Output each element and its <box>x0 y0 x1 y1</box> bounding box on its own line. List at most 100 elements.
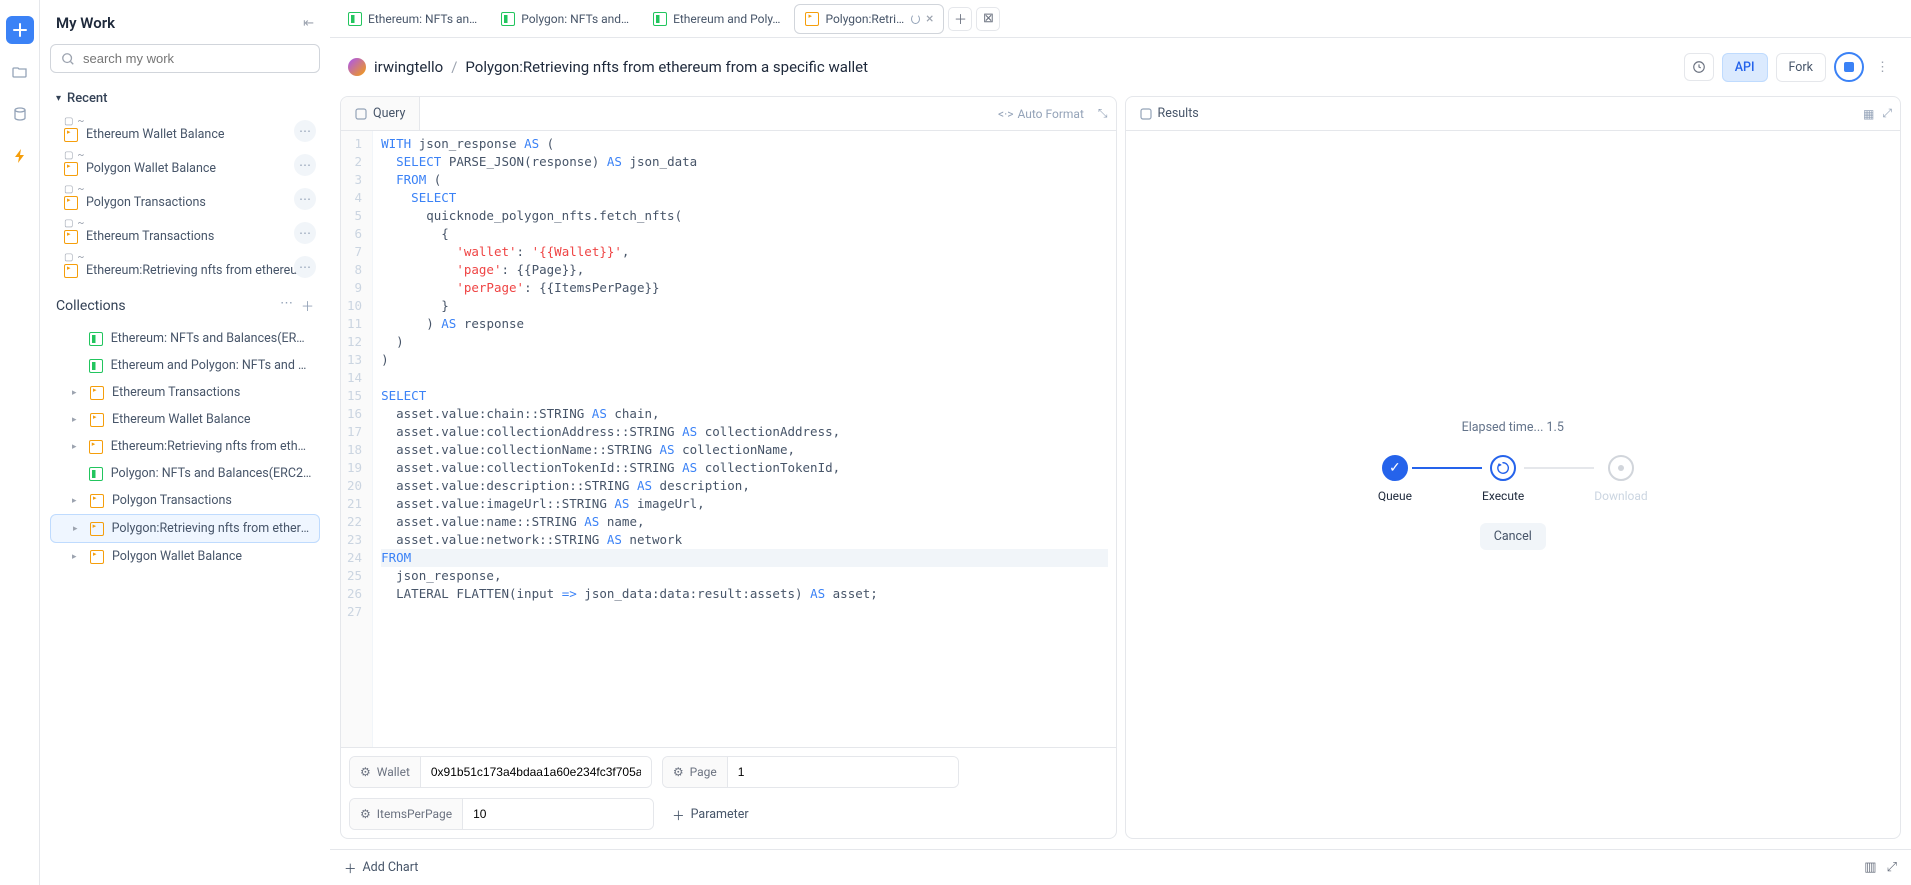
breadcrumb-user[interactable]: irwingtello <box>374 58 443 76</box>
gear-icon: ⚙ <box>673 765 684 779</box>
close-icon[interactable]: × <box>926 11 933 27</box>
recent-item-name: Polygon Transactions <box>86 195 206 210</box>
item-menu-icon[interactable]: ⋯ <box>294 120 316 142</box>
chevron-right-icon: ▸ <box>72 442 81 452</box>
close-all-tabs-button[interactable]: ⊠ <box>976 7 1000 31</box>
collection-item[interactable]: ▸ Ethereum:Retrieving nfts from ethereum… <box>50 433 320 460</box>
collection-item-name: Ethereum and Polygon: NFTs and Balanc… <box>111 358 312 373</box>
search-input[interactable] <box>83 51 309 66</box>
dash-icon <box>348 12 362 26</box>
collection-item[interactable]: ▸ Polygon Wallet Balance <box>50 543 320 570</box>
query-icon <box>64 162 78 176</box>
stage-download: Download <box>1594 455 1647 503</box>
results-tab[interactable]: Results <box>1126 97 1213 130</box>
recent-section-toggle[interactable]: ▾ Recent <box>50 87 320 110</box>
database-icon[interactable] <box>6 100 34 128</box>
collection-item[interactable]: Polygon: NFTs and Balances(ERC20) fro… <box>50 460 320 487</box>
tab-name: Polygon:Retrievi… <box>825 12 905 26</box>
collections-label: Collections <box>56 298 126 314</box>
query-icon <box>64 230 78 244</box>
query-icon <box>90 522 104 536</box>
lightning-icon[interactable] <box>6 142 34 170</box>
collection-item[interactable]: ▸ Polygon:Retrieving nfts from ethereum … <box>50 514 320 543</box>
tab[interactable]: Ethereum and Poly… <box>643 6 790 32</box>
recent-item[interactable]: ▢~ Polygon Transactions ⋯ <box>50 182 320 216</box>
page-header: irwingtello / Polygon:Retrieving nfts fr… <box>330 38 1911 96</box>
gear-icon: ⚙ <box>360 807 371 821</box>
add-parameter-button[interactable]: ＋Parameter <box>664 798 756 830</box>
layout-icon[interactable]: ▥ <box>1864 860 1876 875</box>
collection-item[interactable]: Ethereum: NFTs and Balances(ERC20) fr… <box>50 325 320 352</box>
collection-item-name: Polygon Wallet Balance <box>112 549 242 564</box>
collapse-icon[interactable]: ⇤ <box>303 16 314 31</box>
user-avatar[interactable] <box>348 58 366 76</box>
folder-icon[interactable] <box>6 58 34 86</box>
collection-item-name: Ethereum Wallet Balance <box>112 412 251 427</box>
code-editor[interactable]: 1234567891011121314151617181920212223242… <box>341 131 1116 747</box>
collection-item-name: Polygon Transactions <box>112 493 232 508</box>
collection-item[interactable]: Ethereum and Polygon: NFTs and Balanc… <box>50 352 320 379</box>
expand-icon[interactable]: ⤢ <box>1887 860 1897 875</box>
item-menu-icon[interactable]: ⋯ <box>294 154 316 176</box>
collection-item-name: Ethereum: NFTs and Balances(ERC20) fr… <box>111 331 312 346</box>
param-input[interactable] <box>463 799 653 829</box>
item-menu-icon[interactable]: ⋯ <box>294 256 316 278</box>
param-input[interactable] <box>421 757 651 787</box>
recent-item[interactable]: ▢~ Ethereum Wallet Balance ⋯ <box>50 114 320 148</box>
collections-list: Ethereum: NFTs and Balances(ERC20) fr… E… <box>50 325 320 570</box>
history-button[interactable] <box>1684 53 1714 81</box>
collection-item[interactable]: ▸ Ethereum Transactions <box>50 379 320 406</box>
collections-more-icon[interactable]: ⋯ <box>280 296 293 315</box>
results-grid-icon[interactable]: ▦ <box>1863 107 1874 121</box>
item-menu-icon[interactable]: ⋯ <box>294 222 316 244</box>
chevron-right-icon: ▸ <box>72 415 82 425</box>
overflow-menu-icon[interactable]: ⋮ <box>1872 60 1893 75</box>
item-menu-icon[interactable]: ⋯ <box>294 188 316 210</box>
dash-icon <box>89 359 103 373</box>
query-icon <box>64 128 78 142</box>
parameters-bar: ⚙Wallet ⚙Page ⚙ItemsPerPage ＋Parameter <box>341 747 1116 838</box>
collections-add-icon[interactable]: ＋ <box>301 296 314 315</box>
results-expand-icon[interactable]: ⤢ <box>1882 106 1892 121</box>
tab-name: Polygon: NFTs and… <box>521 12 629 26</box>
search-box[interactable] <box>50 44 320 73</box>
main: Ethereum: NFTs an… Polygon: NFTs and… Et… <box>330 0 1911 885</box>
add-chart-button[interactable]: ＋ Add Chart <box>344 858 418 877</box>
dash-icon <box>89 332 103 346</box>
dash-icon <box>89 467 103 481</box>
stop-button[interactable] <box>1834 52 1864 82</box>
elapsed-time: Elapsed time... 1.5 <box>1462 420 1564 435</box>
recent-item[interactable]: ▢~ Ethereum:Retrieving nfts from ethereu… <box>50 250 320 284</box>
dash-icon <box>653 12 667 26</box>
chevron-right-icon: ▸ <box>72 496 82 506</box>
tab[interactable]: Ethereum: NFTs an… <box>338 6 487 32</box>
sidebar-title: My Work <box>56 14 115 32</box>
search-icon <box>61 52 75 66</box>
chevron-right-icon: ▸ <box>72 388 82 398</box>
recent-item[interactable]: ▢~ Ethereum Transactions ⋯ <box>50 216 320 250</box>
query-icon <box>805 12 819 26</box>
collection-item[interactable]: ▸ Ethereum Wallet Balance <box>50 406 320 433</box>
recent-item-name: Ethereum Wallet Balance <box>86 127 225 142</box>
folder-icon: ▢ <box>64 116 73 127</box>
auto-format-button[interactable]: <·> Auto Format <box>992 105 1090 123</box>
recent-list: ▢~ Ethereum Wallet Balance ⋯▢~ Polygon W… <box>50 114 320 284</box>
api-button[interactable]: API <box>1722 53 1768 82</box>
create-button[interactable] <box>6 16 34 44</box>
param-wallet: ⚙Wallet <box>349 756 652 788</box>
query-tab[interactable]: Query <box>341 97 420 130</box>
recent-item-name: Ethereum Transactions <box>86 229 214 244</box>
param-input[interactable] <box>728 757 958 787</box>
tab[interactable]: Polygon: NFTs and… <box>491 6 639 32</box>
fork-button[interactable]: Fork <box>1776 53 1826 82</box>
collapse-editor-icon[interactable]: ⤡ <box>1098 106 1108 121</box>
query-icon <box>90 413 104 427</box>
query-icon <box>64 264 78 278</box>
stage-queue: ✓ Queue <box>1378 455 1412 503</box>
tab[interactable]: Polygon:Retrievi… × <box>794 4 944 34</box>
left-rail <box>0 0 40 885</box>
recent-item[interactable]: ▢~ Polygon Wallet Balance ⋯ <box>50 148 320 182</box>
cancel-button[interactable]: Cancel <box>1480 523 1546 550</box>
collection-item[interactable]: ▸ Polygon Transactions <box>50 487 320 514</box>
new-tab-button[interactable]: ＋ <box>948 7 972 31</box>
